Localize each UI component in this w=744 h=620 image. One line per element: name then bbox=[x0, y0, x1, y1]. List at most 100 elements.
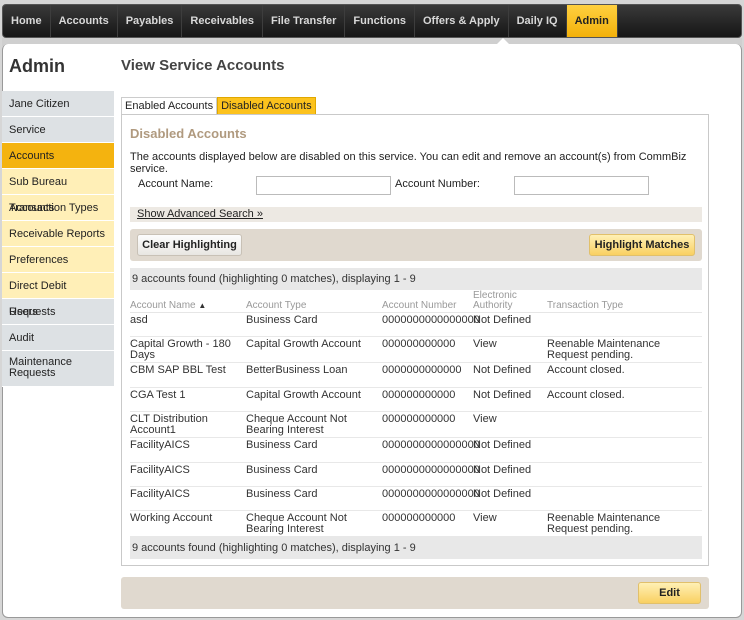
header-transaction-type[interactable]: Transaction Type bbox=[547, 301, 697, 311]
cell-account-name: CGA Test 1 bbox=[130, 388, 186, 401]
cell-transaction-type: Account closed. bbox=[547, 388, 625, 401]
cell-account-name: FacilityAICS bbox=[130, 439, 190, 452]
edit-button[interactable]: Edit bbox=[638, 582, 701, 604]
table-row[interactable]: asd Business Card 0000000000000000 Not Defi… bbox=[130, 313, 702, 338]
header-account-type[interactable]: Account Type bbox=[246, 301, 382, 311]
cell-account-number: 0000000000000 bbox=[382, 364, 462, 377]
cell-account-name: Capital Growth - 180 Days bbox=[130, 338, 231, 362]
table-row[interactable]: Working Account Cheque Account Not Bearin… bbox=[130, 511, 702, 538]
cell-electronic-authority: Not Defined bbox=[473, 439, 532, 452]
results-summary-bottom: 9 accounts found (highlighting 0 matches… bbox=[130, 537, 702, 559]
cell-account-number: 000000000000 bbox=[382, 413, 456, 426]
cell-account-number: 0000000000000000 bbox=[382, 487, 480, 500]
cell-account-number: 000000000000 bbox=[382, 388, 456, 401]
nav-accounts[interactable]: Accounts bbox=[51, 5, 118, 37]
cell-account-number: 0000000000000000 bbox=[382, 439, 480, 452]
cell-account-number: 0000000000000000 bbox=[382, 314, 480, 326]
show-advanced-search-link[interactable]: Show Advanced Search » bbox=[137, 208, 263, 220]
table-row[interactable]: CBM SAP BBL Test BetterBusiness Loan 00000… bbox=[130, 363, 702, 388]
cell-account-type: Business Card bbox=[246, 463, 318, 476]
cell-account-type: BetterBusiness Loan bbox=[246, 364, 348, 377]
sidebar: Jane Citizen Service Accounts Sub Bureau… bbox=[2, 91, 114, 387]
account-name-input[interactable] bbox=[256, 176, 391, 195]
nav-admin[interactable]: Admin bbox=[566, 5, 618, 37]
cell-account-name: asd bbox=[130, 314, 148, 326]
accounts-table: Account Name ▲ Account Type Account Numb… bbox=[130, 291, 702, 538]
clear-highlighting-button[interactable]: Clear Highlighting bbox=[137, 234, 242, 256]
table-row[interactable]: FacilityAICS Business Card 000000000000000… bbox=[130, 463, 702, 487]
table-body: asd Business Card 0000000000000000 Not Defi… bbox=[130, 313, 702, 538]
sidebar-item-service[interactable]: Service bbox=[2, 117, 114, 143]
cell-account-type: Cheque Account Not Bearing Interest bbox=[246, 413, 347, 437]
sidebar-item-transaction-types[interactable]: Transaction Types bbox=[2, 195, 114, 221]
advanced-search-bar: Show Advanced Search » bbox=[130, 207, 702, 222]
account-number-input[interactable] bbox=[514, 176, 649, 195]
cell-account-type: Business Card bbox=[246, 487, 318, 500]
nav-receivables[interactable]: Receivables bbox=[182, 5, 263, 37]
cell-account-name: CBM SAP BBL Test bbox=[130, 364, 226, 377]
results-summary-top: 9 accounts found (highlighting 0 matches… bbox=[130, 268, 702, 290]
cell-account-name: CLT Distribution Account1 bbox=[130, 413, 208, 437]
cell-account-name: FacilityAICS bbox=[130, 487, 190, 500]
account-number-label: Account Number: bbox=[395, 178, 480, 190]
table-header: Account Name ▲ Account Type Account Numb… bbox=[130, 291, 702, 313]
sidebar-item-jane-citizen[interactable]: Jane Citizen bbox=[2, 91, 114, 117]
cell-account-name: FacilityAICS bbox=[130, 463, 190, 476]
cell-account-type: Cheque Account Not Bearing Interest bbox=[246, 512, 347, 536]
sidebar-title: Admin bbox=[9, 56, 65, 76]
header-account-name[interactable]: Account Name ▲ bbox=[130, 301, 248, 311]
highlight-matches-button[interactable]: Highlight Matches bbox=[589, 234, 695, 256]
nav-daily-iq[interactable]: Daily IQ bbox=[509, 5, 567, 37]
panel-title: Disabled Accounts bbox=[130, 126, 247, 141]
cell-account-number: 000000000000 bbox=[382, 512, 456, 525]
nav-home[interactable]: Home bbox=[3, 5, 51, 37]
account-name-label: Account Name: bbox=[138, 178, 214, 190]
sidebar-item-sub-bureau-accounts[interactable]: Sub Bureau Accounts bbox=[2, 169, 114, 214]
sort-ascending-icon: ▲ bbox=[198, 301, 207, 310]
cell-electronic-authority: Not Defined bbox=[473, 314, 532, 326]
cell-transaction-type: Account closed. bbox=[547, 364, 625, 377]
sidebar-item-audit[interactable]: Audit bbox=[2, 325, 114, 351]
sidebar-item-accounts[interactable]: Accounts bbox=[2, 143, 114, 169]
cell-account-type: Capital Growth Account bbox=[246, 388, 361, 401]
disabled-accounts-panel: Disabled Accounts The accounts displayed… bbox=[121, 114, 709, 566]
header-electronic-authority[interactable]: Electronic Authority bbox=[473, 291, 533, 311]
panel-description: The accounts displayed below are disable… bbox=[130, 151, 687, 175]
cell-electronic-authority: View bbox=[473, 413, 497, 426]
page-title: View Service Accounts bbox=[121, 57, 285, 74]
sidebar-item-users[interactable]: Users bbox=[2, 299, 114, 325]
cell-electronic-authority: Not Defined bbox=[473, 364, 532, 377]
header-account-name-label: Account Name bbox=[130, 300, 196, 311]
cell-account-type: Business Card bbox=[246, 314, 318, 326]
table-row[interactable]: FacilityAICS Business Card 000000000000000… bbox=[130, 438, 702, 463]
header-account-number[interactable]: Account Number bbox=[382, 301, 474, 311]
sidebar-item-preferences[interactable]: Preferences bbox=[2, 247, 114, 273]
cell-transaction-type: Reenable Maintenance Request pending. bbox=[547, 512, 661, 536]
tab-disabled-accounts[interactable]: Disabled Accounts bbox=[217, 97, 316, 114]
table-row[interactable]: FacilityAICS Business Card 000000000000000… bbox=[130, 487, 702, 512]
table-row[interactable]: Capital Growth - 180 Days Capital Growth … bbox=[130, 337, 702, 364]
cell-electronic-authority: Not Defined bbox=[473, 463, 532, 476]
nav-offers-apply[interactable]: Offers & Apply bbox=[415, 5, 509, 37]
cell-electronic-authority: View bbox=[473, 338, 497, 351]
active-nav-pointer-icon bbox=[497, 38, 509, 44]
sidebar-item-receivable-reports[interactable]: Receivable Reports bbox=[2, 221, 114, 247]
account-tabs: Enabled Accounts Disabled Accounts bbox=[121, 97, 316, 114]
cell-electronic-authority: Not Defined bbox=[473, 388, 532, 401]
highlight-toolbar: Clear Highlighting Highlight Matches bbox=[130, 229, 702, 261]
cell-electronic-authority: Not Defined bbox=[473, 487, 532, 500]
cell-account-number: 0000000000000000 bbox=[382, 463, 480, 476]
nav-payables[interactable]: Payables bbox=[118, 5, 183, 37]
table-row[interactable]: CLT Distribution Account1 Cheque Account … bbox=[130, 412, 702, 439]
cell-account-type: Business Card bbox=[246, 439, 318, 452]
tab-enabled-accounts[interactable]: Enabled Accounts bbox=[121, 97, 218, 114]
table-row[interactable]: CGA Test 1 Capital Growth Account 00000000… bbox=[130, 388, 702, 413]
sidebar-item-direct-debit-requests[interactable]: Direct Debit Requests bbox=[2, 273, 114, 318]
sidebar-item-maintenance-requests[interactable]: Maintenance Requests bbox=[2, 351, 114, 387]
action-footer: Edit bbox=[121, 577, 709, 609]
nav-functions[interactable]: Functions bbox=[345, 5, 415, 37]
cell-account-type: Capital Growth Account bbox=[246, 338, 361, 351]
cell-account-number: 000000000000 bbox=[382, 338, 456, 351]
cell-account-name: Working Account bbox=[130, 512, 213, 525]
nav-file-transfer[interactable]: File Transfer bbox=[263, 5, 346, 37]
